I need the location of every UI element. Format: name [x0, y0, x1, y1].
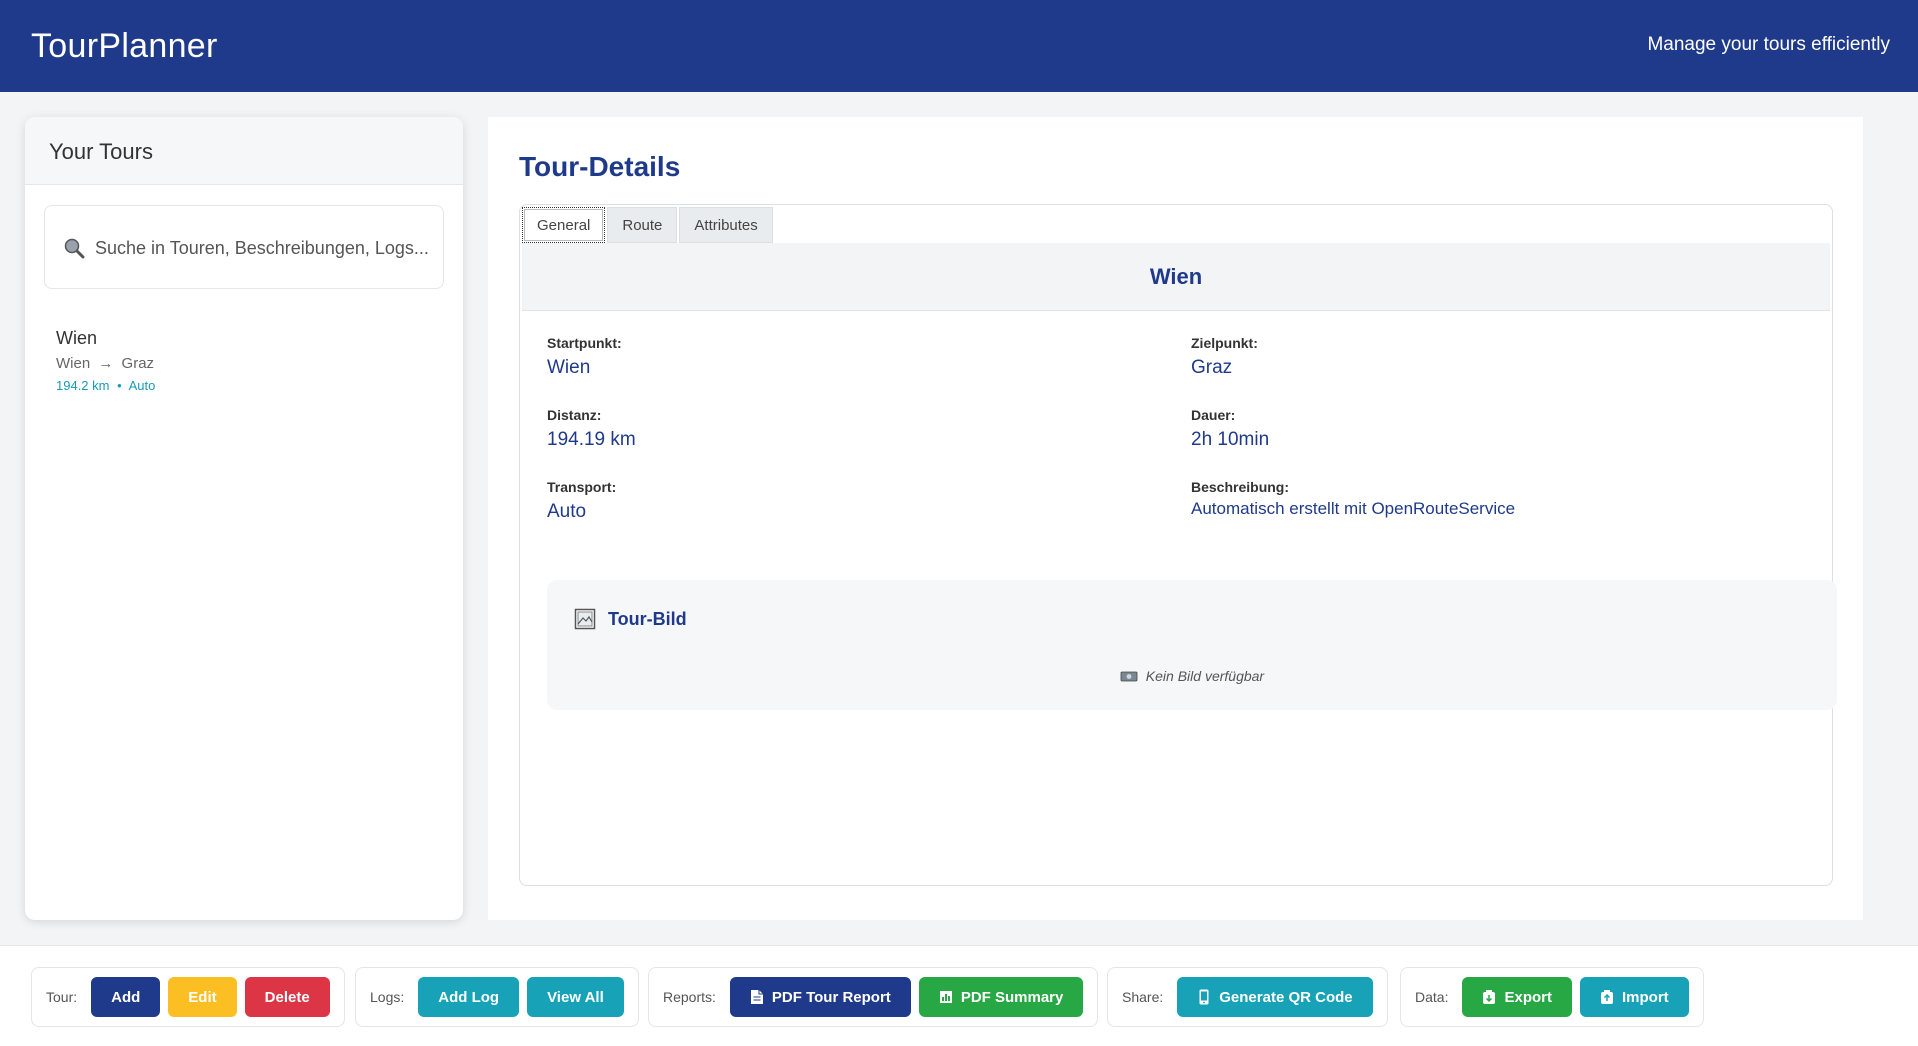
- delete-tour-button[interactable]: Delete: [244, 977, 330, 1017]
- tour-meta: 194.2 km • Auto: [56, 378, 156, 393]
- generate-qr-button[interactable]: Generate QR Code: [1177, 977, 1373, 1017]
- app-subtitle: Manage your tours efficiently: [1647, 34, 1890, 55]
- logs-actions-group: Logs: Add Log View All: [355, 967, 639, 1027]
- share-actions-group: Share: Generate QR Code: [1107, 967, 1388, 1027]
- export-button[interactable]: Export: [1462, 977, 1572, 1017]
- add-log-button[interactable]: Add Log: [418, 977, 520, 1017]
- pdf-summary-button[interactable]: PDF Summary: [918, 977, 1084, 1017]
- document-icon: [750, 990, 763, 1004]
- distance-value: 194.19 km: [547, 429, 636, 450]
- search-placeholder: Suche in Touren, Beschreibungen, Logs...: [95, 238, 429, 258]
- field-end: Zielpunkt: Graz: [1191, 335, 1258, 378]
- tour-list-item[interactable]: Wien Wien → Graz 194.2 km • Auto: [56, 328, 436, 393]
- search-input[interactable]: Suche in Touren, Beschreibungen, Logs...: [44, 205, 444, 289]
- field-transport: Transport: Auto: [547, 479, 617, 522]
- photo-icon: [1120, 671, 1138, 682]
- tab-general[interactable]: General: [522, 207, 606, 243]
- tour-image-title: Tour-Bild: [608, 608, 687, 629]
- chart-icon: [939, 991, 952, 1003]
- phone-icon: [1199, 989, 1209, 1005]
- import-icon: [1600, 990, 1613, 1004]
- tab-bar: General Route Attributes: [522, 207, 775, 243]
- sidebar-title: Your Tours: [25, 117, 463, 185]
- main-panel: Tour-Details General Route Attributes Wi…: [488, 117, 1863, 920]
- no-image-text: Kein Bild verfügbar: [1145, 668, 1265, 684]
- tab-route[interactable]: Route: [607, 207, 678, 243]
- sidebar: Your Tours Suche in Touren, Beschreibung…: [25, 117, 463, 920]
- export-icon: [1483, 990, 1496, 1004]
- import-button[interactable]: Import: [1579, 977, 1689, 1017]
- search-icon: [64, 238, 85, 259]
- tour-route: Wien → Graz: [56, 355, 155, 372]
- pdf-tour-report-button[interactable]: PDF Tour Report: [729, 977, 911, 1017]
- app-header: TourPlanner Manage your tours efficientl…: [0, 0, 1918, 92]
- arrow-icon: →: [98, 355, 114, 372]
- app-title: TourPlanner: [31, 27, 218, 65]
- view-all-logs-button[interactable]: View All: [527, 977, 624, 1017]
- tour-details-box: General Route Attributes Wien Startpunkt…: [519, 204, 1837, 886]
- field-description: Beschreibung: Automatisch erstellt mit O…: [1191, 479, 1516, 518]
- tour-actions-group: Tour: Add Edit Delete: [31, 967, 345, 1027]
- tour-image-section: Tour-Bild Kein Bild verfügbar: [547, 580, 1837, 710]
- tour-name-heading: Wien: [522, 243, 1830, 311]
- field-start: Startpunkt: Wien: [547, 335, 622, 378]
- reports-actions-group: Reports: PDF Tour Report PDF Summary: [648, 967, 1099, 1027]
- data-actions-group: Data: Export Import: [1400, 967, 1704, 1027]
- action-toolbar: Tour: Add Edit Delete Logs: Add Log View…: [0, 945, 1918, 1046]
- add-tour-button[interactable]: Add: [91, 977, 161, 1017]
- tab-attributes[interactable]: Attributes: [679, 207, 773, 243]
- duration-value: 2h 10min: [1191, 429, 1270, 450]
- field-distance: Distanz: 194.19 km: [547, 407, 636, 450]
- end-value: Graz: [1191, 357, 1233, 378]
- start-value: Wien: [547, 357, 591, 378]
- picture-icon: [574, 608, 596, 630]
- tour-name: Wien: [56, 328, 98, 348]
- page-title: Tour-Details: [519, 151, 681, 182]
- field-duration: Dauer: 2h 10min: [1191, 407, 1270, 450]
- transport-value: Auto: [547, 501, 587, 522]
- edit-tour-button[interactable]: Edit: [168, 977, 237, 1017]
- description-value: Automatisch erstellt mit OpenRouteServic…: [1191, 499, 1516, 518]
